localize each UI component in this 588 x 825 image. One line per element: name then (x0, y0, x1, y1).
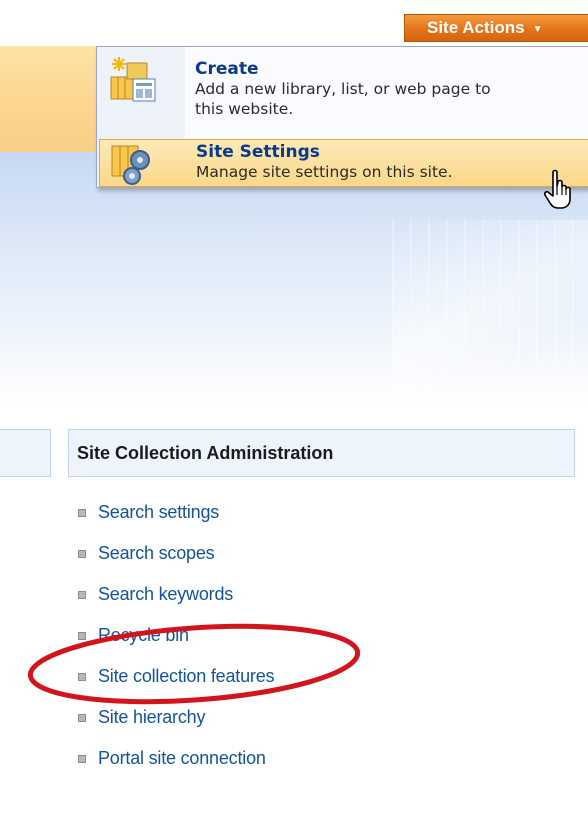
menu-item-create[interactable]: Create Add a new library, list, or web p… (99, 55, 588, 137)
link-site-hierarchy[interactable]: Site hierarchy (98, 707, 205, 728)
link-search-keywords[interactable]: Search keywords (98, 584, 233, 605)
menu-item-description: this website. (195, 100, 294, 118)
site-settings-icon (111, 145, 150, 185)
link-recycle-bin[interactable]: Recycle bin (98, 625, 189, 646)
list-item: Site hierarchy (78, 697, 274, 738)
list-item: Site collection features (78, 656, 275, 697)
bullet-icon (78, 508, 86, 517)
menu-item-site-settings[interactable]: Site Settings Manage site settings on th… (99, 139, 588, 187)
bullet-icon (78, 631, 86, 640)
list-item: Search keywords (78, 574, 274, 615)
section-header: Site Collection Administration (68, 429, 575, 477)
bullet-icon (78, 754, 86, 763)
link-search-scopes[interactable]: Search scopes (98, 543, 215, 564)
menu-item-description: Add a new library, list, or web page to (195, 80, 491, 98)
hand-cursor-icon (543, 169, 571, 209)
menu-item-description: Manage site settings on this site. (196, 163, 453, 181)
bullet-icon (78, 590, 86, 599)
site-actions-menu: Create Add a new library, list, or web p… (96, 46, 588, 188)
create-icon (110, 57, 156, 102)
section-title: Site Collection Administration (77, 442, 334, 463)
bullet-icon (78, 549, 86, 558)
link-portal-site-connection[interactable]: Portal site connection (98, 748, 266, 769)
list-item: Portal site connection (78, 738, 274, 779)
site-actions-label: Site Actions (427, 18, 525, 37)
list-item: Search settings (78, 492, 274, 533)
site-actions-button[interactable]: Site Actions ▼ (404, 14, 588, 42)
menu-item-title: Site Settings (196, 142, 320, 162)
left-column-header (0, 429, 51, 477)
list-item: Search scopes (78, 533, 274, 574)
menu-item-title: Create (195, 59, 259, 79)
chevron-down-icon: ▼ (532, 23, 543, 35)
link-site-collection-features[interactable]: Site collection features (98, 666, 275, 687)
list-item: Recycle bin (78, 615, 274, 656)
bullet-icon (78, 672, 86, 681)
bullet-icon (78, 713, 86, 722)
hero-decoration (392, 220, 588, 410)
link-search-settings[interactable]: Search settings (98, 502, 219, 523)
admin-links-list: Search settings Search scopes Search key… (78, 492, 275, 779)
